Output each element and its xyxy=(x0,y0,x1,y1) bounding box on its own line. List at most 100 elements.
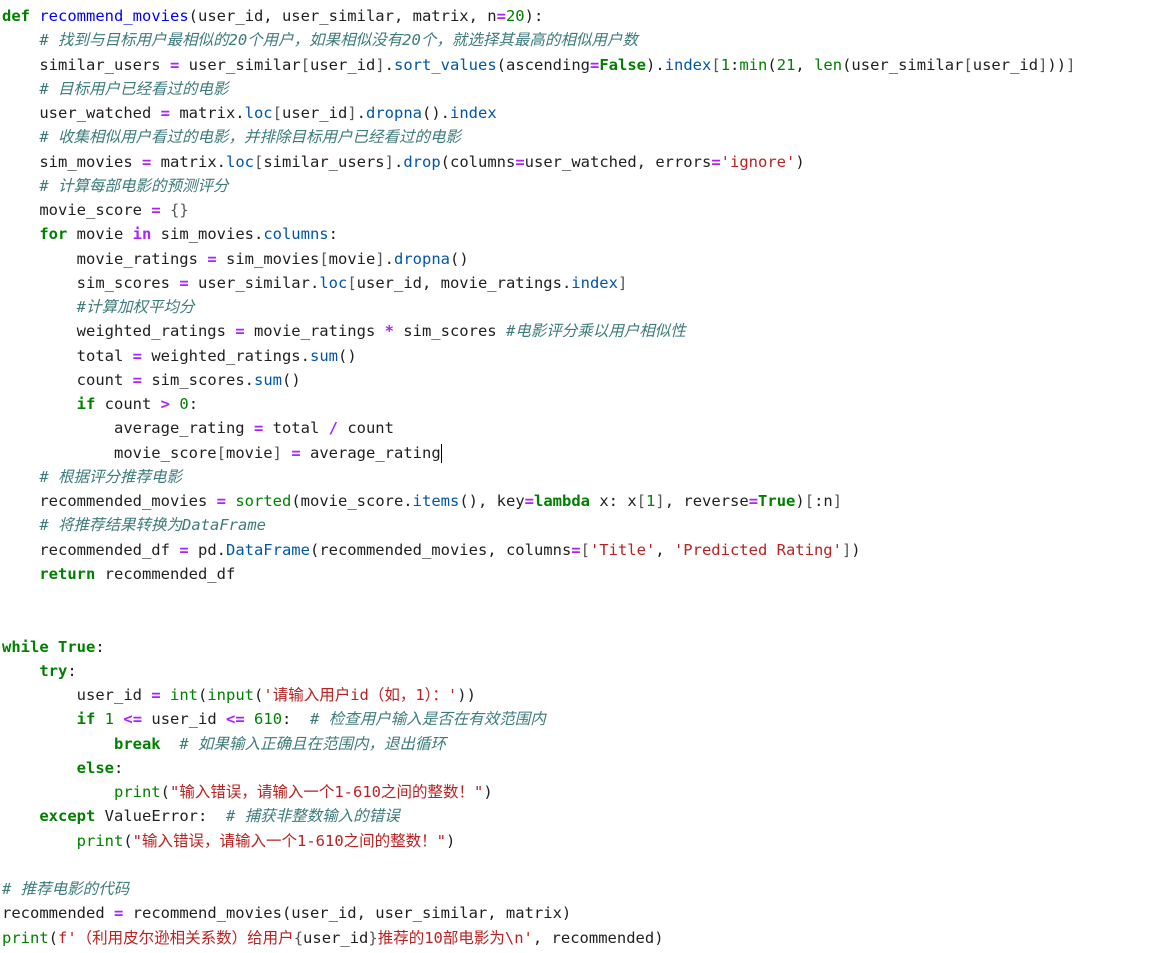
code-token: [ xyxy=(347,273,357,292)
code-token: index xyxy=(450,104,497,122)
code-line[interactable]: movie_ratings = sim_movies[movie].dropna… xyxy=(0,247,1157,271)
code-line[interactable]: recommended_movies = sorted(movie_score.… xyxy=(0,489,1157,513)
code-token: average_rating xyxy=(2,419,254,438)
code-token: return xyxy=(39,564,96,583)
code-line[interactable]: else: xyxy=(0,756,1157,780)
code-line[interactable]: weighted_ratings = movie_ratings * sim_s… xyxy=(0,319,1157,343)
code-line[interactable]: similar_users = user_similar[user_id].so… xyxy=(0,53,1157,77)
code-token: (user_similar xyxy=(842,55,964,74)
code-line[interactable]: movie_score[movie] = average_rating xyxy=(0,441,1157,465)
code-line[interactable]: return recommended_df xyxy=(0,562,1157,586)
code-token: ) xyxy=(795,152,805,171)
code-line[interactable]: user_id = int(input('请输入用户id（如，1）：')) xyxy=(0,683,1157,707)
code-token: [ xyxy=(711,55,721,74)
code-line[interactable]: # 根据评分推荐电影 xyxy=(0,465,1157,489)
code-token: similar_users xyxy=(263,152,385,171)
code-token: recommended xyxy=(2,904,114,923)
code-line[interactable]: total = weighted_ratings.sum() xyxy=(0,344,1157,368)
code-line[interactable]: # 将推荐结果转换为DataFrame xyxy=(0,513,1157,537)
code-token: 21 xyxy=(776,55,796,74)
code-token: () xyxy=(450,249,469,268)
code-token: try xyxy=(39,661,68,680)
code-token: len xyxy=(814,55,843,74)
code-token: user_similar. xyxy=(188,273,320,292)
code-line[interactable]: break # 如果输入正确且在范围内，退出循环 xyxy=(0,732,1157,756)
code-token: [ xyxy=(636,492,647,510)
code-line[interactable]: if count > 0: xyxy=(0,392,1157,416)
code-line[interactable]: while True: xyxy=(0,635,1157,659)
code-line[interactable] xyxy=(0,853,1157,877)
code-token: ) xyxy=(446,831,456,850)
code-line[interactable]: # 目标用户已经看过的电影 xyxy=(0,77,1157,101)
code-token: user_id xyxy=(142,710,227,729)
code-token: weighted_ratings. xyxy=(142,346,310,365)
code-line[interactable] xyxy=(0,586,1157,610)
code-line[interactable]: # 推荐电影的代码 xyxy=(0,877,1157,901)
code-token: = xyxy=(151,686,161,704)
code-token: user_similar xyxy=(179,55,301,74)
code-token: . xyxy=(384,55,395,74)
code-token: "输入错误，请输入一个1-610之间的整数！" xyxy=(132,831,446,850)
code-token: 'ignore' xyxy=(720,152,796,171)
code-line[interactable]: sim_scores = user_similar.loc[user_id, m… xyxy=(0,271,1157,295)
code-token: weighted_ratings xyxy=(2,322,236,341)
code-token: sim_movies xyxy=(216,249,320,268)
code-token: )) xyxy=(457,686,476,704)
code-line[interactable]: # 收集相似用户看过的电影，并排除目标用户已经看过的电影 xyxy=(0,125,1157,149)
code-line[interactable]: sim_movies = matrix.loc[similar_users].d… xyxy=(0,150,1157,174)
code-line[interactable] xyxy=(0,610,1157,634)
code-line[interactable]: def recommend_movies(user_id, user_simil… xyxy=(0,4,1157,28)
code-line[interactable]: except ValueError: # 捕获非整数输入的错误 xyxy=(0,804,1157,828)
code-token: index xyxy=(664,55,712,74)
code-line[interactable]: user_watched = matrix.loc[user_id].dropn… xyxy=(0,101,1157,125)
code-line[interactable]: print("输入错误，请输入一个1-610之间的整数！") xyxy=(0,780,1157,804)
code-token: False xyxy=(599,55,647,74)
code-token: count xyxy=(337,419,394,438)
code-line[interactable]: #计算加权平均分 xyxy=(0,295,1157,319)
code-line[interactable]: if 1 <= user_id <= 610: # 检查用户输入是否在有效范围内 xyxy=(0,707,1157,731)
code-token: min xyxy=(739,55,768,74)
code-line[interactable]: print(f'（利用皮尔逊相关系数）给用户{user_id}推荐的10部电影为… xyxy=(0,926,1157,950)
code-token: = xyxy=(141,152,152,171)
code-token: = xyxy=(524,492,534,510)
code-token: lambda xyxy=(534,492,590,510)
code-line[interactable]: print("输入错误，请输入一个1-610之间的整数！") xyxy=(0,829,1157,853)
code-token: except xyxy=(39,807,96,826)
code-token: [ xyxy=(253,152,264,171)
code-editor[interactable]: def recommend_movies(user_id, user_simil… xyxy=(0,0,1157,953)
code-token: ). xyxy=(646,55,665,74)
code-line[interactable]: try: xyxy=(0,659,1157,683)
code-token: ] xyxy=(347,104,357,122)
code-comment: # 计算每部电影的预测评分 xyxy=(39,176,229,195)
code-token: movie_ratings xyxy=(244,322,385,341)
code-token: = xyxy=(253,419,264,438)
code-line[interactable]: # 计算每部电影的预测评分 xyxy=(0,174,1157,198)
code-token: 'Predicted Rating' xyxy=(673,540,842,559)
code-line[interactable]: average_rating = total / count xyxy=(0,416,1157,440)
code-token: pd. xyxy=(188,540,226,559)
code-line[interactable]: recommended = recommend_movies(user_id, … xyxy=(0,901,1157,925)
code-token: [ xyxy=(272,104,282,122)
code-line[interactable]: # 找到与目标用户最相似的20个用户，如果相似没有20个，就选择其最高的相似用户… xyxy=(0,28,1157,52)
code-token: movie xyxy=(225,443,273,462)
code-token: user_id xyxy=(281,104,348,122)
code-token: . xyxy=(394,152,404,171)
code-token: movie xyxy=(67,225,133,244)
code-token: else xyxy=(76,758,114,777)
code-line[interactable]: for movie in sim_movies.columns: xyxy=(0,222,1157,246)
code-token: <= xyxy=(226,710,245,729)
code-token: matrix. xyxy=(169,104,245,122)
code-token: (movie_score. xyxy=(291,492,413,510)
code-token: ValueError: xyxy=(95,807,226,826)
code-token: average_rating xyxy=(300,443,441,462)
code-line[interactable]: movie_score = {} xyxy=(0,198,1157,222)
code-token: break xyxy=(113,734,161,753)
code-token: * xyxy=(384,322,394,341)
code-line[interactable]: count = sim_scores.sum() xyxy=(0,368,1157,392)
code-line[interactable]: recommended_df = pd.DataFrame(recommende… xyxy=(0,538,1157,562)
